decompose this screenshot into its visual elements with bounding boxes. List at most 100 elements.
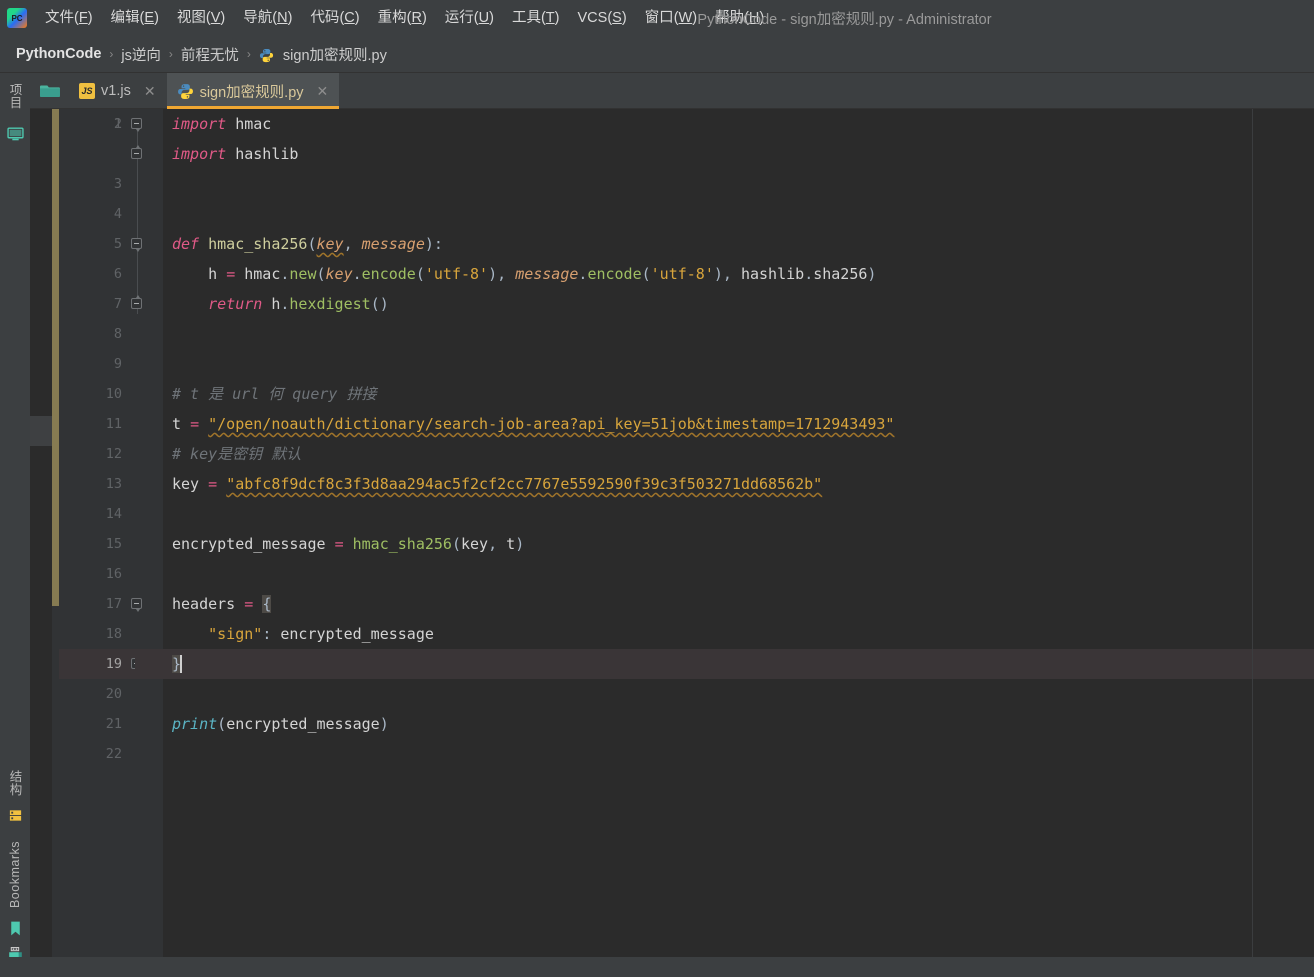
- token-string-sign: "sign": [208, 625, 263, 643]
- fold-marker-imports-start[interactable]: [131, 118, 142, 132]
- token-lparen: (: [370, 295, 380, 313]
- code-line-16[interactable]: [163, 559, 1314, 589]
- token-module-hmac: hmac: [244, 265, 281, 283]
- menu-mnemonic: S: [612, 10, 622, 26]
- token-rparen: ): [379, 715, 389, 733]
- token-function-name: hmac_sha256: [208, 235, 308, 253]
- fold-marker-imports-end[interactable]: [131, 145, 142, 159]
- menu-item-vcs[interactable]: VCS(S): [569, 4, 636, 32]
- sidebar-item-bookmarks[interactable]: Bookmarks: [0, 831, 30, 918]
- menu-mnemonic: F: [78, 10, 88, 26]
- code-line-9[interactable]: [163, 349, 1314, 379]
- fold-marker-def-start[interactable]: [131, 238, 142, 252]
- token-lparen: (: [307, 235, 317, 253]
- sidebar-item-project[interactable]: 项目: [0, 73, 30, 119]
- menu-item-edit[interactable]: 编辑(E): [102, 4, 168, 32]
- sidebar-item-structure[interactable]: 结构: [0, 760, 30, 806]
- code-line-6[interactable]: h = hmac.new(key.encode('utf-8'), messag…: [163, 259, 1314, 289]
- bookmark-icon: [10, 921, 20, 936]
- token-lparen: (: [217, 715, 227, 733]
- menu-item-window[interactable]: 窗口(W): [636, 4, 706, 32]
- menu-item-file[interactable]: 文件(F): [36, 4, 102, 32]
- token-var-encrypted-message: encrypted_message: [172, 535, 326, 553]
- breadcrumb-item-folder-1[interactable]: js逆向: [121, 44, 160, 65]
- token-attr-sha256: sha256: [813, 265, 868, 283]
- python-file-icon: [177, 83, 193, 99]
- menu-item-view[interactable]: 视图(V): [168, 4, 234, 32]
- token-colon: :: [262, 625, 272, 643]
- code-line-8[interactable]: [163, 319, 1314, 349]
- vcs-change-marker[interactable]: [52, 109, 59, 606]
- token-rparen: ): [379, 295, 389, 313]
- sidebar-item-remote[interactable]: [0, 119, 30, 148]
- menu-item-run[interactable]: 运行(U): [436, 4, 503, 32]
- token-assign: =: [226, 265, 236, 283]
- token-rparen: ): [515, 535, 525, 553]
- token-module-hashlib: hashlib: [740, 265, 805, 283]
- code-line-18[interactable]: "sign": encrypted_message: [163, 619, 1314, 649]
- line-number: 15: [105, 536, 122, 552]
- breadcrumb-item-folder-2[interactable]: 前程无忧: [181, 44, 239, 65]
- code-line-22[interactable]: [163, 739, 1314, 769]
- token-string-url: "/open/noauth/dictionary/search-job-area…: [208, 415, 895, 433]
- code-line-15[interactable]: encrypted_message = hmac_sha256(key, t): [163, 529, 1314, 559]
- tab-label: v1.js: [101, 83, 131, 99]
- code-line-10[interactable]: # t 是 url 何 query 拼接: [163, 379, 1314, 409]
- code-editor[interactable]: 1 2 3 4 5 6 7 8 9 10 11 12 13 14 15 16 1…: [30, 109, 1314, 957]
- line-number: 12: [105, 446, 122, 462]
- editor-gutter[interactable]: 1 2 3 4 5 6 7 8 9 10 11 12 13 14 15 16 1…: [30, 109, 135, 957]
- structure-icon: [9, 810, 21, 821]
- breadcrumb-item-file[interactable]: sign加密规则.py: [259, 44, 387, 65]
- tab-bar-tools[interactable]: [30, 73, 69, 108]
- menu-item-refactor[interactable]: 重构(R): [369, 4, 436, 32]
- bookmark-icon-button[interactable]: [0, 918, 30, 943]
- line-number: 18: [105, 626, 122, 642]
- code-line-14[interactable]: [163, 499, 1314, 529]
- breadcrumb-item-project[interactable]: PythonCode: [16, 46, 101, 62]
- token-open-brace: {: [262, 595, 272, 613]
- menu-mnemonic: W: [678, 10, 693, 26]
- token-param-key: key: [316, 235, 344, 253]
- close-icon[interactable]: ✕: [142, 83, 158, 100]
- token-keyword-def: def: [172, 235, 200, 253]
- code-line-13[interactable]: key = "abfc8f9dcf8c3f3d8aa294ac5f2cf2cc7…: [163, 469, 1314, 499]
- close-icon[interactable]: ✕: [315, 83, 331, 100]
- code-line-21[interactable]: print(encrypted_message): [163, 709, 1314, 739]
- tab-v1-js[interactable]: JS v1.js ✕: [69, 73, 167, 109]
- code-line-17[interactable]: headers = {: [163, 589, 1314, 619]
- fold-marker-def-end[interactable]: [131, 295, 142, 309]
- fold-marker-dict-start[interactable]: [131, 598, 142, 612]
- token-assign: =: [244, 595, 254, 613]
- code-line-7[interactable]: return h.hexdigest(): [163, 289, 1314, 319]
- code-line-12[interactable]: # key是密钥 默认: [163, 439, 1314, 469]
- code-line-4[interactable]: [163, 199, 1314, 229]
- menu-item-help[interactable]: 帮助(H): [706, 4, 773, 32]
- sidebar-item-structure-label: 结构: [7, 769, 22, 796]
- menu-label: 工具: [511, 10, 541, 26]
- code-text-area[interactable]: import hmac import hashlib def hmac_sha2…: [135, 109, 1314, 957]
- code-line-5[interactable]: def hmac_sha256(key, message):: [163, 229, 1314, 259]
- code-line-20[interactable]: [163, 679, 1314, 709]
- code-line-11[interactable]: t = "/open/noauth/dictionary/search-job-…: [163, 409, 1314, 439]
- token-param-key: key: [325, 265, 353, 283]
- line-number: 9: [113, 356, 122, 372]
- editor-fold-column[interactable]: [131, 109, 163, 957]
- token-string-utf8: 'utf-8': [424, 265, 489, 283]
- menu-item-tools[interactable]: 工具(T): [503, 4, 569, 32]
- python-file-icon: [259, 48, 273, 62]
- token-call-hmac-sha256: hmac_sha256: [352, 535, 452, 553]
- code-line-3[interactable]: [163, 169, 1314, 199]
- code-line-2[interactable]: import hashlib: [163, 139, 1314, 169]
- menu-item-navigate[interactable]: 导航(N): [234, 4, 301, 32]
- token-builtin-print: print: [172, 715, 218, 733]
- text-caret: [180, 655, 182, 673]
- code-line-1[interactable]: import hmac: [163, 109, 1314, 139]
- token-var-t: t: [172, 415, 182, 433]
- tab-sign-encrypt-py[interactable]: sign加密规则.py ✕: [166, 73, 340, 109]
- menu-mnemonic: V: [210, 10, 221, 26]
- structure-icon-button[interactable]: [0, 806, 30, 831]
- line-number: 5: [113, 236, 122, 252]
- code-line-19[interactable]: }: [163, 649, 1314, 679]
- menu-item-code[interactable]: 代码(C): [301, 4, 368, 32]
- breadcrumb-file-label: sign加密规则.py: [282, 47, 387, 64]
